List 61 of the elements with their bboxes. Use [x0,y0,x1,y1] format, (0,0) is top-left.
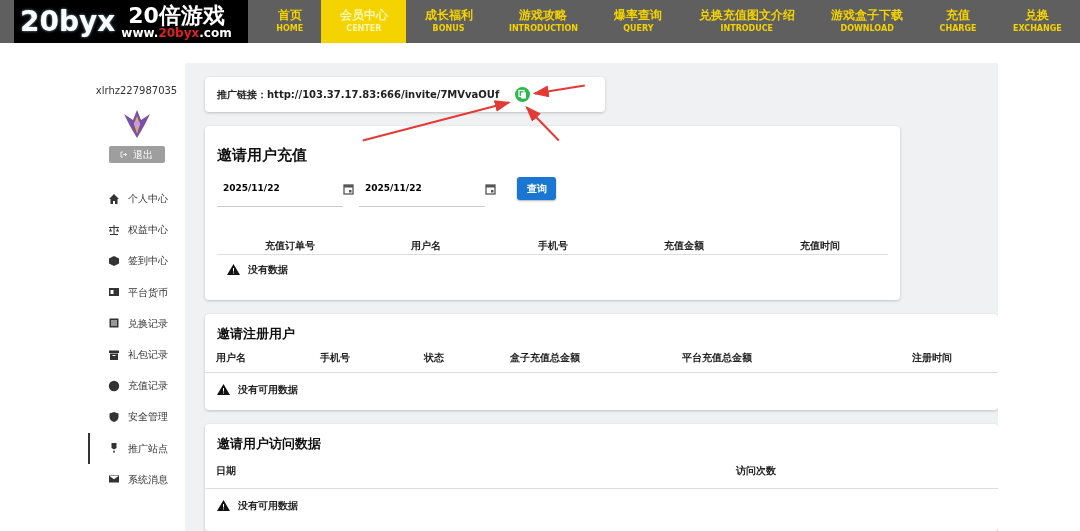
sidebar-item[interactable]: 安全管理 [88,401,185,433]
home-icon [108,192,120,205]
sidebar-item[interactable]: 系统消息 [88,463,185,495]
column-header: 用户名 [411,240,442,252]
annotation-arrow [525,106,560,142]
sidebar-item[interactable]: 推广站点 [88,432,185,464]
section-title: 邀请用户充值 [217,145,308,167]
nav-tab[interactable]: 游戏盒子下载 DOWNLOAD [813,0,922,43]
date-field[interactable]: 2025/11/22 [217,170,343,207]
username: xlrhz227987035 [95,84,178,98]
card-icon [108,286,120,299]
column-header: 充值订单号 [265,240,316,252]
column-header: 注册时间 [912,351,952,366]
warning-icon [217,384,230,396]
warning-icon [217,500,230,512]
promo-link-text: 推广链接：http://103.37.17.83:666/invite/7MVvaOUf [217,88,500,103]
column-header: 充值时间 [799,240,840,252]
empty-message: 没有可用数据 [238,499,298,514]
column-header: 平台充值总金额 [682,351,753,366]
mail-icon [108,473,120,486]
shield-icon [108,410,120,423]
calendar-icon[interactable] [485,182,496,195]
column-header: 访问次数 [736,464,777,479]
column-header: 盒子充值总金额 [510,351,581,366]
scale-icon [108,223,120,236]
sidebar-item[interactable]: 平台货币 [88,276,185,308]
logo-text: 20byx [20,7,116,36]
sidebar-item[interactable]: 签到中心 [88,245,185,277]
column-header: 用户名 [216,351,247,366]
sidebar-item[interactable]: 兑换记录 [88,307,185,339]
sidebar-item[interactable]: 礼包记录 [88,338,185,371]
sidebar-item[interactable]: 个人中心 [88,183,185,215]
nav-tab[interactable]: 兑换 EXCHANGE [994,0,1080,43]
column-header: 状态 [424,351,445,366]
logo-url: www.20byx.com [121,26,232,39]
archive-icon [108,348,120,361]
annotation-arrow [532,84,586,98]
query-button[interactable]: 查询 [517,177,556,201]
nav-tab[interactable]: 成长福利 BONUS [406,0,491,43]
column-header: 手机号 [537,240,568,252]
nav-tab[interactable]: 首页 HOME [258,0,322,43]
sidebar-item[interactable]: 充值记录 [88,370,185,402]
column-header: 手机号 [320,351,351,366]
column-header: 充值金额 [663,240,704,252]
copy-icon[interactable] [515,87,531,103]
logout-icon [120,151,127,158]
nav-tab[interactable]: 兑换充值图文介绍 INTRODUCE [680,0,813,43]
section-title: 邀请用户访问数据 [217,434,322,453]
sidebar-item[interactable]: 权益中心 [88,214,185,246]
calendar-icon[interactable] [343,182,354,195]
column-header: 日期 [216,464,237,479]
nav-tab[interactable]: 爆率查询 QUERY [596,0,681,43]
warning-icon [227,264,240,276]
empty-message: 没有数据 [248,263,288,278]
nav-tab[interactable]: 游戏攻略 INTRODUCTION [490,0,597,43]
logo-title: 20倍游戏 [128,4,225,27]
avatar-emblem-icon [121,108,152,140]
date-field[interactable]: 2025/11/22 [359,170,485,207]
section-title: 邀请注册用户 [217,324,296,343]
empty-message: 没有可用数据 [238,383,298,398]
nav-tab[interactable]: 充值 CHARGE [921,0,995,43]
